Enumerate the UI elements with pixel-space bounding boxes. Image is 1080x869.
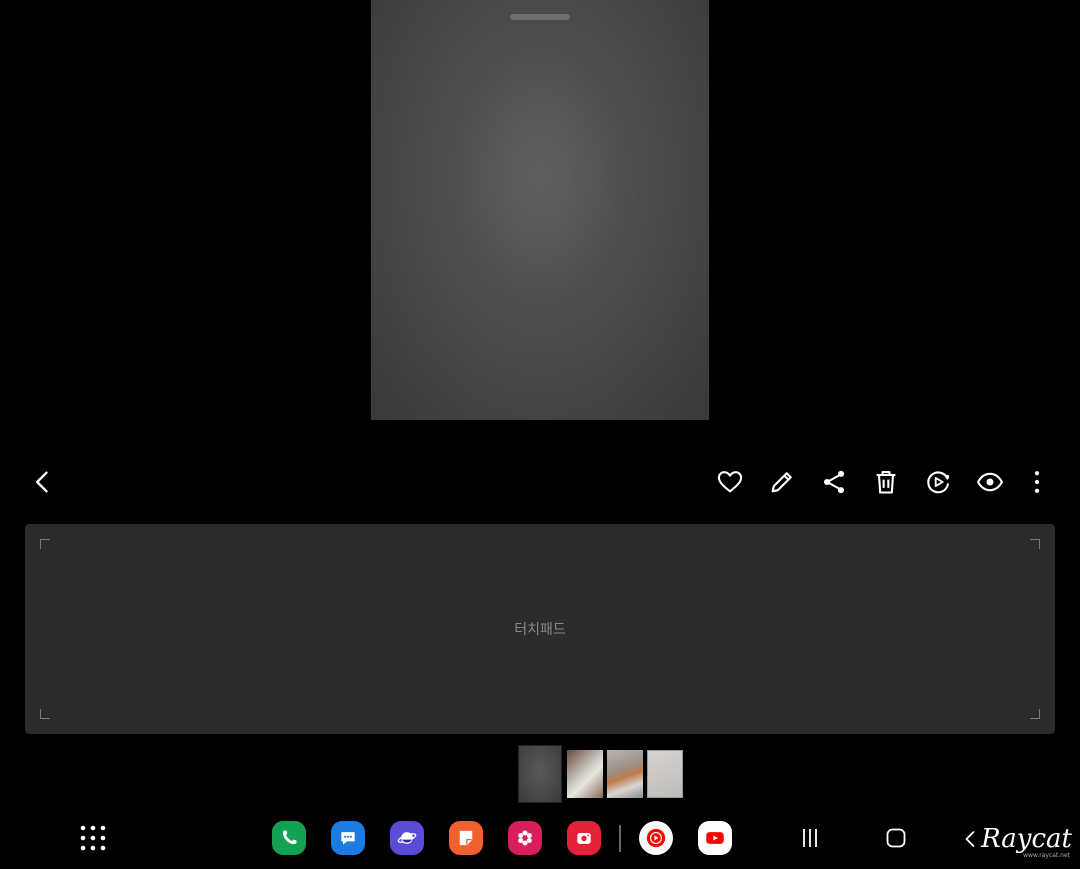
taskbar-divider bbox=[619, 825, 621, 852]
phone-icon bbox=[282, 830, 297, 845]
home-icon bbox=[886, 828, 906, 848]
phone-app[interactable] bbox=[272, 821, 306, 855]
edit-button[interactable] bbox=[760, 460, 804, 504]
grid-icon bbox=[80, 825, 106, 851]
back-button[interactable] bbox=[21, 460, 65, 504]
motion-play-icon bbox=[927, 471, 950, 494]
note-icon bbox=[459, 830, 473, 846]
more-options-button[interactable] bbox=[1015, 460, 1059, 504]
more-icon bbox=[1034, 471, 1040, 493]
share-icon bbox=[823, 470, 845, 494]
recent-apps-button[interactable] bbox=[790, 821, 830, 855]
back-nav-icon bbox=[965, 831, 975, 847]
watermark-url: www.raycat.net bbox=[1023, 852, 1070, 859]
delete-button[interactable] bbox=[864, 460, 908, 504]
planet-icon bbox=[397, 832, 417, 844]
flower-icon bbox=[518, 830, 532, 846]
recent-apps-icon bbox=[803, 829, 817, 847]
samsung-notes-app[interactable] bbox=[449, 821, 483, 855]
thumbnail-gray[interactable] bbox=[647, 750, 683, 798]
drag-handle[interactable] bbox=[510, 14, 570, 20]
youtube-icon bbox=[706, 832, 724, 844]
youtube-music-icon bbox=[646, 828, 666, 848]
thumbnail-earbuds-in-hand[interactable] bbox=[567, 750, 603, 798]
watermark-text: Raycat bbox=[981, 824, 1072, 854]
gallery-toolbar bbox=[0, 456, 1080, 508]
youtube-app[interactable] bbox=[698, 821, 732, 855]
messages-app[interactable] bbox=[331, 821, 365, 855]
youtube-music-app[interactable] bbox=[639, 821, 673, 855]
raycat-watermark: Raycat www.raycat.net bbox=[963, 817, 1072, 861]
view-button[interactable] bbox=[968, 460, 1012, 504]
photo-preview[interactable] bbox=[371, 0, 709, 420]
thumbnail-current[interactable] bbox=[518, 745, 562, 803]
gallery-app[interactable] bbox=[508, 821, 542, 855]
thumbnail-earbud-in-ear[interactable] bbox=[607, 750, 643, 798]
samsung-internet-app[interactable] bbox=[390, 821, 424, 855]
touchpad-label: 터치패드 bbox=[514, 622, 566, 638]
app-drawer-button[interactable] bbox=[76, 821, 110, 855]
touchpad-corner bbox=[1030, 539, 1040, 549]
touchpad-corner bbox=[1030, 709, 1040, 719]
touchpad-corner bbox=[40, 709, 50, 719]
motion-play-button[interactable] bbox=[916, 460, 960, 504]
home-button[interactable] bbox=[876, 821, 916, 855]
taskbar: Raycat www.raycat.net bbox=[0, 815, 1080, 861]
message-bubble-icon bbox=[341, 832, 355, 845]
share-button[interactable] bbox=[812, 460, 856, 504]
camera-app[interactable] bbox=[567, 821, 601, 855]
thumbnail-strip bbox=[0, 745, 1080, 805]
touchpad-corner bbox=[40, 539, 50, 549]
eye-icon bbox=[976, 472, 1004, 492]
trash-icon bbox=[876, 471, 896, 494]
back-icon bbox=[36, 471, 48, 493]
edit-icon bbox=[771, 472, 792, 493]
favorite-button[interactable] bbox=[708, 460, 752, 504]
heart-icon bbox=[717, 471, 743, 493]
camera-icon bbox=[577, 833, 591, 844]
touchpad[interactable]: 터치패드 bbox=[25, 524, 1055, 734]
